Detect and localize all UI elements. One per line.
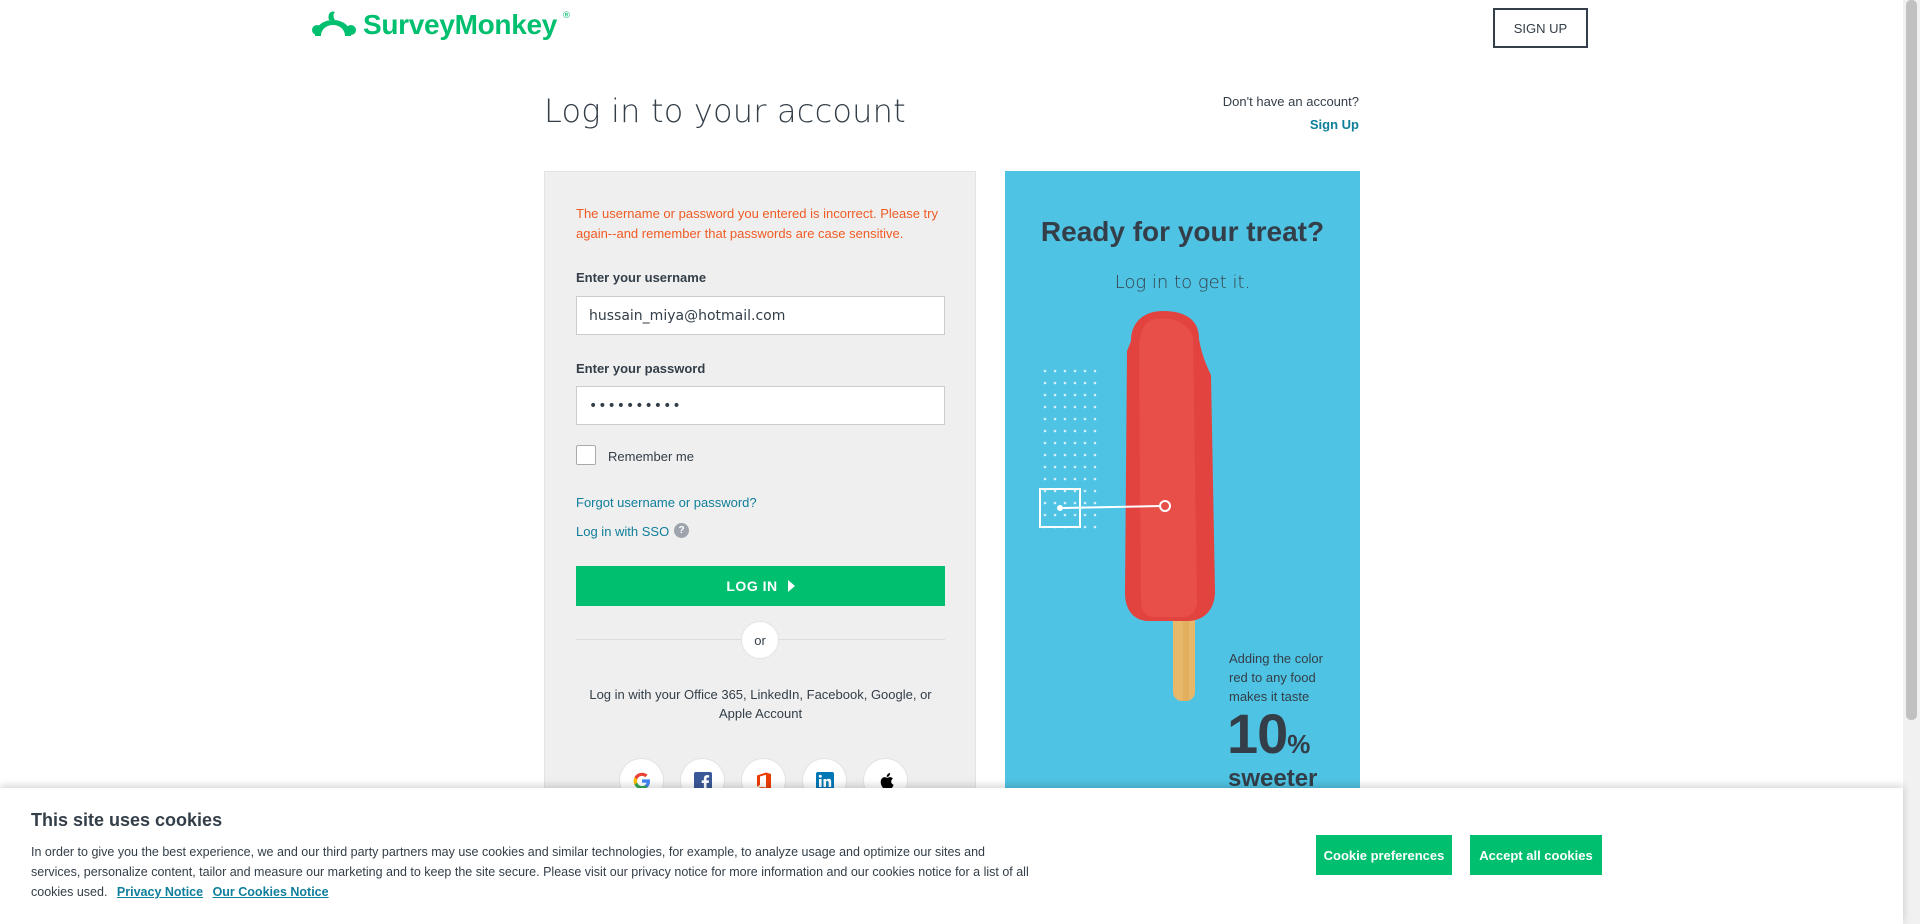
- page-scrollbar[interactable]: [1903, 0, 1920, 924]
- cookie-banner-title: This site uses cookies: [31, 810, 223, 830]
- cookies-notice-link[interactable]: Our Cookies Notice: [213, 885, 329, 899]
- login-panel: The username or password you entered is …: [544, 171, 976, 803]
- privacy-notice-link[interactable]: Privacy Notice: [117, 885, 203, 899]
- no-account-text: Don't have an account?: [1222, 94, 1359, 109]
- arrow-right-icon: [787, 580, 795, 592]
- surveymonkey-logo[interactable]: SurveyMonkey ®: [311, 8, 571, 42]
- cookie-banner-body: In order to give you the best experience…: [31, 842, 1031, 902]
- dot-grid-pattern: [1043, 369, 1097, 529]
- scrollbar-thumb[interactable]: [1906, 0, 1917, 720]
- logo-registered-mark: ®: [562, 11, 572, 21]
- promo-title: Ready for your treat?: [1040, 216, 1325, 247]
- login-error-message: The username or password you entered is …: [576, 206, 939, 241]
- social-login-text: Log in with your Office 365, LinkedIn, F…: [589, 687, 932, 721]
- office-icon: [756, 772, 771, 789]
- promo-percent: %: [1287, 729, 1310, 759]
- page-title: Log in to your account: [544, 92, 906, 130]
- forgot-password-link[interactable]: Forgot username or password?: [576, 495, 757, 510]
- remember-me-checkbox[interactable]: [576, 445, 596, 465]
- monkey-logo-icon: [312, 11, 356, 36]
- apple-icon: [880, 772, 894, 789]
- promo-number-value: 10: [1227, 702, 1288, 765]
- facebook-icon: [693, 771, 712, 790]
- login-button[interactable]: LOG IN: [576, 566, 945, 606]
- sso-help-icon[interactable]: ?: [674, 523, 689, 538]
- promo-subtitle: Log in to get it.: [1114, 272, 1251, 293]
- logo-text: SurveyMonkey: [363, 9, 558, 40]
- username-input[interactable]: [576, 296, 945, 335]
- or-label: or: [741, 621, 779, 659]
- cookie-preferences-button[interactable]: Cookie preferences: [1316, 835, 1452, 875]
- accept-all-cookies-button[interactable]: Accept all cookies: [1470, 835, 1602, 875]
- login-button-label: LOG IN: [726, 578, 778, 594]
- sso-login-link[interactable]: Log in with SSO: [576, 524, 669, 539]
- promo-note: Adding the color red to any food makes i…: [1229, 651, 1323, 704]
- password-label: Enter your password: [576, 361, 706, 376]
- remember-me-label: Remember me: [608, 449, 694, 464]
- username-label: Enter your username: [576, 270, 707, 285]
- promo-panel: Ready for your treat? Log in to get it.: [1005, 171, 1360, 791]
- cookie-banner: This site uses cookies In order to give …: [0, 788, 1903, 924]
- password-input[interactable]: [576, 386, 945, 425]
- linkedin-icon: [815, 771, 834, 790]
- promo-number: 10%: [1227, 701, 1310, 766]
- sign-up-button[interactable]: SIGN UP: [1493, 8, 1588, 48]
- sign-up-link[interactable]: Sign Up: [1310, 117, 1359, 132]
